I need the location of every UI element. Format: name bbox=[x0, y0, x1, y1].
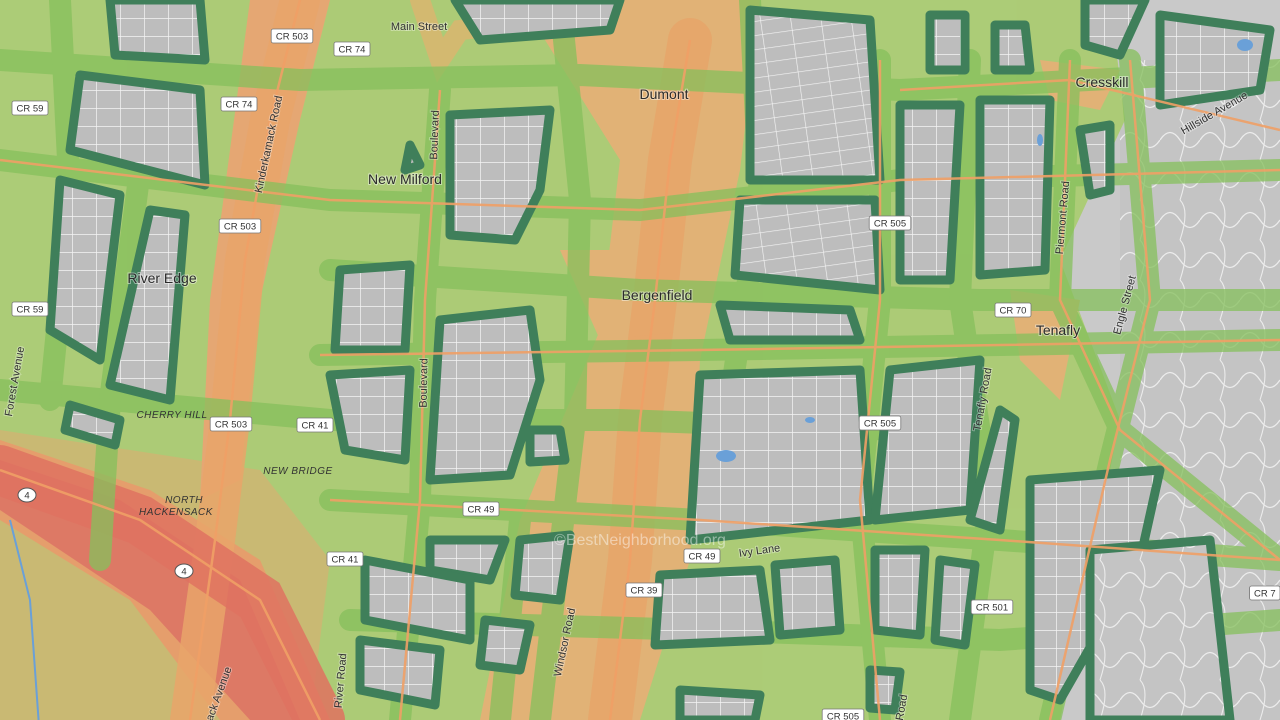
shield-label: CR 74 bbox=[339, 45, 366, 56]
town-label-river-edge: River Edge bbox=[127, 270, 196, 286]
town-label-bergenfield: Bergenfield bbox=[622, 287, 693, 303]
shield-cr49-a: CR 49 bbox=[462, 501, 500, 517]
shield-cr505-b: CR 505 bbox=[858, 415, 902, 431]
shield-label: 4 bbox=[24, 491, 29, 502]
town-label-tenafly: Tenafly bbox=[1036, 322, 1080, 338]
shield-cr41-b: CR 41 bbox=[326, 551, 364, 567]
area-label-north: NORTH bbox=[165, 495, 203, 506]
shield-label: CR 49 bbox=[468, 505, 495, 516]
road-label-boulevard-north: Boulevard bbox=[428, 110, 442, 160]
shield-label: CR 505 bbox=[864, 419, 896, 430]
shield-label: CR 501 bbox=[976, 603, 1008, 614]
area-label-new-bridge: NEW BRIDGE bbox=[263, 466, 332, 477]
shield-label: CR 7 bbox=[1254, 589, 1276, 600]
shield-label: CR 39 bbox=[631, 586, 658, 597]
town-label-new-milford: New Milford bbox=[368, 171, 442, 187]
noise-map[interactable]: Dumont New Milford Bergenfield River Edg… bbox=[0, 0, 1280, 720]
shield-cr39: CR 39 bbox=[625, 582, 663, 598]
shield-label: CR 505 bbox=[874, 219, 906, 230]
shield-label: CR 41 bbox=[332, 555, 359, 566]
shield-label: CR 503 bbox=[224, 222, 256, 233]
map-canvas[interactable]: Dumont New Milford Bergenfield River Edg… bbox=[0, 0, 1280, 720]
shield-label: CR 49 bbox=[689, 552, 716, 563]
shield-rt4-a: 4 bbox=[17, 487, 37, 503]
shield-cr505-a: CR 505 bbox=[868, 215, 912, 231]
shield-label: CR 503 bbox=[215, 420, 247, 431]
shield-cr59-b: CR 59 bbox=[11, 301, 49, 317]
shield-label: CR 59 bbox=[17, 305, 44, 316]
shield-cr59-a: CR 59 bbox=[11, 100, 49, 116]
town-label-cresskill: Cresskill bbox=[1076, 74, 1129, 90]
shield-cr505-c: CR 505 bbox=[821, 708, 865, 720]
shield-cr41-a: CR 41 bbox=[296, 417, 334, 433]
shield-cr7-edge: CR 7 bbox=[1249, 585, 1280, 601]
shield-label: CR 70 bbox=[1000, 306, 1027, 317]
road-label-main-street: Main Street bbox=[391, 21, 447, 33]
shield-cr503-a: CR 503 bbox=[270, 28, 314, 44]
shield-cr503-c: CR 503 bbox=[209, 416, 253, 432]
area-label-hackensack: HACKENSACK bbox=[139, 507, 214, 518]
shield-cr501: CR 501 bbox=[970, 599, 1014, 615]
shield-rt4-b: 4 bbox=[174, 563, 194, 579]
shield-cr74-a: CR 74 bbox=[333, 41, 371, 57]
shield-label: CR 41 bbox=[302, 421, 329, 432]
shield-cr74-b: CR 74 bbox=[220, 96, 258, 112]
area-label-cherry-hill: CHERRY HILL bbox=[136, 410, 207, 421]
shield-label: CR 74 bbox=[226, 100, 253, 111]
shield-label: CR 505 bbox=[827, 712, 859, 720]
shield-cr503-b: CR 503 bbox=[218, 218, 262, 234]
road-label-boulevard-south: Boulevard bbox=[418, 358, 431, 408]
shield-label: 4 bbox=[181, 567, 186, 578]
shield-cr70: CR 70 bbox=[994, 302, 1032, 318]
shield-label: CR 59 bbox=[17, 104, 44, 115]
watermark: ©BestNeighborhood.org bbox=[554, 532, 726, 549]
shield-label: CR 503 bbox=[276, 32, 308, 43]
shield-cr49-b: CR 49 bbox=[683, 548, 721, 564]
town-label-dumont: Dumont bbox=[639, 86, 688, 102]
